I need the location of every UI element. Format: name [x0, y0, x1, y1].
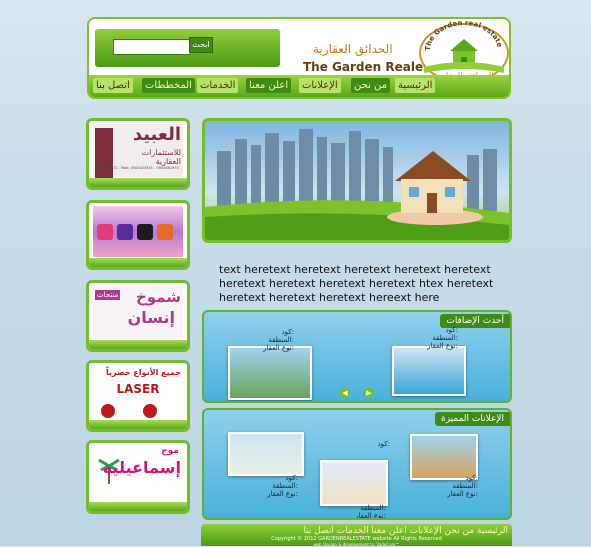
listing-type: نوع العقار: [447, 490, 478, 498]
listing-type: نوع العقار: [263, 344, 294, 352]
search-input[interactable] [113, 39, 191, 55]
listing-area: المنطقة: [360, 504, 386, 512]
featured-listings-panel: الإعلانات المميزة كود: المنطقة: نوع العق… [202, 408, 512, 520]
ad-subtitle: إسماعيلية [102, 458, 181, 477]
next-arrow-icon[interactable]: ▶ [364, 388, 374, 398]
listing-area: المنطقة: [452, 482, 478, 490]
footer-credit: web Design & development by VadeCom™ [313, 542, 400, 547]
ad-subtitle: LASER [116, 382, 160, 396]
laser-icon [101, 404, 115, 418]
listing-meta: كود: [354, 440, 390, 448]
ad-footer [89, 258, 187, 267]
listing-area: المنطقة: [268, 336, 294, 344]
product-tile [137, 224, 153, 240]
product-tile [97, 224, 113, 240]
logo[interactable]: The Garden real estate الحدائق العقارية [418, 21, 510, 83]
ad-banner-1[interactable]: العبيد للاستثمارات العقارية Tel: 2641072… [86, 118, 190, 190]
nav-item-ads[interactable]: الإعلانات [299, 78, 341, 93]
listing-code: كود: [281, 328, 294, 336]
listing-type: نوع العقار: [355, 512, 386, 520]
main-nav: اتصل بنا المخططات الخدمات اعلن معنا الإع… [89, 75, 509, 97]
site-footer: الرئيسية من نحن الإعلانات اعلن معنا الخد… [201, 524, 512, 547]
listing-meta: كود: المنطقة: نوع العقار: [258, 474, 298, 498]
nav-item-services[interactable]: الخدمات [197, 78, 239, 93]
ad-label: منتجات [95, 290, 121, 300]
listing-photo[interactable] [392, 346, 466, 396]
listing-code: كود: [465, 474, 478, 482]
ad-title: جميع الأنواع حصرياً [106, 368, 181, 377]
ad-stripe [95, 128, 113, 178]
brand-name-ar: الحدائق العقارية [313, 42, 393, 56]
listing-code: كود: [285, 474, 298, 482]
listing-photo[interactable] [228, 432, 304, 476]
nav-item-contact[interactable]: اتصل بنا [93, 78, 133, 93]
nav-item-advertise[interactable]: اعلن معنا [246, 78, 292, 93]
nav-item-home[interactable]: الرئيسية [395, 78, 436, 93]
ad-footer [89, 340, 187, 349]
listing-type: نوع العقار: [267, 490, 298, 498]
footer-links[interactable]: الرئيسية من نحن الإعلانات اعلن معنا الخد… [201, 526, 512, 536]
nav-item-plans[interactable]: المخططات [142, 78, 195, 93]
ad-banner-2[interactable] [86, 200, 190, 270]
ad-footer [89, 178, 187, 187]
listing-type: نوع العقار: [427, 342, 458, 350]
product-tile [117, 224, 133, 240]
listing-code: كود: [445, 326, 458, 334]
listing-area: المنطقة: [432, 334, 458, 342]
ad-banner-5[interactable]: موج إسماعيلية [86, 440, 190, 514]
listing-meta: كود: المنطقة: نوع العقار: [254, 328, 294, 352]
ad-banner-4[interactable]: جميع الأنواع حصرياً LASER [86, 360, 190, 432]
search-band: ابحث [95, 29, 280, 67]
listing-area: المنطقة: [272, 482, 298, 490]
listing-photo[interactable] [320, 460, 388, 506]
ad-footer [89, 420, 187, 429]
nav-item-about[interactable]: من نحن [351, 78, 390, 93]
ad-phone: Tel: 2641072 - Mob: 0505423551 - 0504881… [95, 166, 179, 170]
panel-title: الإعلانات المميزة [435, 412, 510, 426]
listing-meta: كود: المنطقة: نوع العقار: [418, 326, 458, 350]
latest-listings-panel: أحدث الإضافات كود: المنطقة: نوع العقار: … [202, 310, 512, 403]
product-tile [157, 224, 173, 240]
site-header: ابحث الحدائق العقارية The Garden Realest… [87, 17, 511, 99]
hero-banner [202, 118, 512, 243]
ad-title: العبيد [132, 124, 181, 145]
listing-photo[interactable] [228, 346, 312, 400]
listing-meta: المنطقة: نوع العقار: [326, 504, 386, 520]
hero-illustration [205, 129, 509, 240]
listing-code: كود: [377, 440, 390, 448]
ad-subtitle: إنسان [127, 308, 175, 327]
ad-subtitle: للاستثمارات العقارية [141, 148, 181, 166]
intro-text: text heretext heretext heretext heretext… [219, 263, 494, 304]
ad-title: موج [161, 446, 179, 456]
ad-title: شموخ [135, 288, 181, 306]
search-button[interactable]: ابحث [189, 37, 213, 53]
ad-footer [89, 502, 187, 511]
ad-banner-3[interactable]: منتجات شموخ إنسان [86, 280, 190, 352]
laser-icon [143, 404, 157, 418]
prev-arrow-icon[interactable]: ◀ [340, 388, 350, 398]
listing-meta: كود: المنطقة: نوع العقار: [438, 474, 478, 498]
